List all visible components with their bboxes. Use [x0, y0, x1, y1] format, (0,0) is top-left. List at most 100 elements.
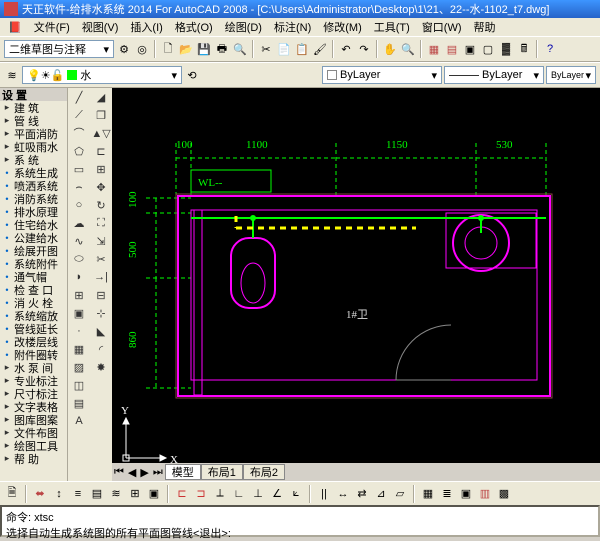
bt-15[interactable]: ⇄ — [354, 486, 370, 502]
line-icon[interactable]: ╱ — [68, 88, 90, 106]
preview-icon[interactable]: 🔍 — [232, 41, 248, 57]
stretch-icon[interactable]: ⇲ — [90, 232, 112, 250]
xline-icon[interactable]: ⟋ — [68, 106, 90, 124]
bt-11[interactable]: ∠ — [269, 486, 285, 502]
menu-insert[interactable]: 插入(I) — [124, 19, 168, 35]
scale-icon[interactable]: ⛶ — [90, 214, 112, 232]
new-icon[interactable]: 🗋 — [160, 41, 176, 57]
array-icon[interactable]: ⊞ — [90, 160, 112, 178]
join-icon[interactable]: ⊹ — [90, 304, 112, 322]
pan-icon[interactable]: ✋ — [382, 41, 398, 57]
mirror-icon[interactable]: ▲▽ — [90, 124, 112, 142]
bt-17[interactable]: ▱ — [392, 486, 408, 502]
spline-icon[interactable]: ∿ — [68, 232, 90, 250]
bt-6[interactable]: ⊞ — [127, 486, 143, 502]
make-block-icon[interactable]: ▣ — [68, 304, 90, 322]
bt-12[interactable]: ⟀ — [288, 486, 304, 502]
circle-icon[interactable]: ○ — [68, 196, 90, 214]
block-icon[interactable]: ▣ — [462, 41, 478, 57]
tab-last-icon[interactable]: ⏭ — [151, 466, 165, 479]
trim-icon[interactable]: ✂ — [90, 250, 112, 268]
bt-7[interactable]: ▣ — [146, 486, 162, 502]
layer-combo[interactable]: 💡 ☀ 🔓 水 ▾ — [22, 66, 182, 84]
rectangle-icon[interactable]: ▭ — [68, 160, 90, 178]
region-icon[interactable]: ◫ — [68, 376, 90, 394]
command-line[interactable]: 命令: xtsc 选择自动生成系统图的所有平面图管线<退出>: — [0, 505, 600, 537]
bt-red2[interactable]: ⊐ — [193, 486, 209, 502]
sheet2-icon[interactable]: ▤ — [444, 41, 460, 57]
chamfer-icon[interactable]: ◣ — [90, 322, 112, 340]
point-icon[interactable]: · — [68, 322, 90, 340]
block2-icon[interactable]: ▢ — [480, 41, 496, 57]
dwg-icon[interactable]: 🗎 — [4, 486, 20, 502]
bt-19[interactable]: ▥ — [477, 486, 493, 502]
undo-icon[interactable]: ↶ — [338, 41, 354, 57]
fillet-icon[interactable]: ◜ — [90, 340, 112, 358]
layer-icon[interactable]: ▓ — [498, 41, 514, 57]
app-menu-icon[interactable]: 📕 — [2, 21, 28, 34]
bt-1[interactable]: ⬌ — [32, 486, 48, 502]
arc-icon[interactable]: ⌢ — [68, 178, 90, 196]
layer-mgr-icon[interactable]: ≋ — [4, 67, 20, 83]
paste-icon[interactable]: 📋 — [294, 41, 310, 57]
menu-help[interactable]: 帮助 — [468, 19, 502, 35]
zoom-icon[interactable]: 🔍 — [400, 41, 416, 57]
workspace-combo[interactable]: 二维草图与注释▾ — [4, 40, 114, 58]
bt-5[interactable]: ≋ — [108, 486, 124, 502]
lineweight-combo[interactable]: ByLayer ▾ — [546, 66, 596, 84]
calc-icon[interactable]: 🖩 — [516, 41, 532, 57]
tab-model[interactable]: 模型 — [165, 464, 201, 480]
bt-4[interactable]: ▤ — [89, 486, 105, 502]
tab-next-icon[interactable]: ▶ — [138, 466, 150, 479]
polyline-icon[interactable]: ⌒ — [68, 124, 90, 142]
bt-20[interactable]: ▩ — [496, 486, 512, 502]
menu-view[interactable]: 视图(V) — [76, 19, 125, 35]
menu-draw[interactable]: 绘图(D) — [219, 19, 268, 35]
extend-icon[interactable]: →| — [90, 268, 112, 286]
bt-hatch[interactable]: ▦ — [420, 486, 436, 502]
copy-icon[interactable]: 📄 — [276, 41, 292, 57]
bt-3[interactable]: ≡ — [70, 486, 86, 502]
sheet-icon[interactable]: ▦ — [426, 41, 442, 57]
bt-9[interactable]: ∟ — [231, 486, 247, 502]
bt-14[interactable]: ↔ — [335, 486, 351, 502]
menu-format[interactable]: 格式(O) — [169, 19, 219, 35]
copy2-icon[interactable]: ❐ — [90, 106, 112, 124]
bt-red1[interactable]: ⊏ — [174, 486, 190, 502]
tab-prev-icon[interactable]: ◀ — [126, 466, 138, 479]
color-combo[interactable]: ByLayer ▾ — [322, 66, 442, 84]
match-icon[interactable]: 🖌 — [312, 41, 328, 57]
insert-block-icon[interactable]: ⊞ — [68, 286, 90, 304]
gear-icon[interactable]: ⚙ — [116, 41, 132, 57]
lp-item[interactable]: ▸帮 助 — [0, 452, 67, 465]
ellipse-arc-icon[interactable]: ◗ — [68, 268, 90, 286]
bt-sheet[interactable]: ▣ — [458, 486, 474, 502]
ellipse-icon[interactable]: ⬭ — [68, 250, 90, 268]
polygon-icon[interactable]: ⬠ — [68, 142, 90, 160]
menu-dimension[interactable]: 标注(N) — [268, 19, 317, 35]
redo-icon[interactable]: ↷ — [356, 41, 372, 57]
layer-prev-icon[interactable]: ⟲ — [184, 67, 200, 83]
revcloud-icon[interactable]: ☁ — [68, 214, 90, 232]
tab-layout1[interactable]: 布局1 — [201, 464, 243, 480]
text-icon[interactable]: A — [68, 412, 90, 430]
hatch-icon[interactable]: ▦ — [68, 340, 90, 358]
bt-layer[interactable]: ≣ — [439, 486, 455, 502]
menu-window[interactable]: 窗口(W) — [416, 19, 468, 35]
drawing-canvas[interactable]: 100 1100 1150 530 100 500 860 WL-- — [112, 88, 600, 481]
tab-first-icon[interactable]: ⏮ — [112, 466, 126, 479]
menu-modify[interactable]: 修改(M) — [317, 19, 368, 35]
bt-10[interactable]: ⊥ — [250, 486, 266, 502]
bt-8[interactable]: ⟂ — [212, 486, 228, 502]
offset-icon[interactable]: ⊏ — [90, 142, 112, 160]
tab-layout2[interactable]: 布局2 — [243, 464, 285, 480]
compass-icon[interactable]: ◎ — [134, 41, 150, 57]
linetype-combo[interactable]: ByLayer ▾ — [444, 66, 544, 84]
cut-icon[interactable]: ✂ — [258, 41, 274, 57]
bt-16[interactable]: ⊿ — [373, 486, 389, 502]
help-icon[interactable]: ? — [542, 41, 558, 57]
menu-file[interactable]: 文件(F) — [28, 19, 76, 35]
move-icon[interactable]: ✥ — [90, 178, 112, 196]
open-icon[interactable]: 📂 — [178, 41, 194, 57]
save-icon[interactable]: 💾 — [196, 41, 212, 57]
